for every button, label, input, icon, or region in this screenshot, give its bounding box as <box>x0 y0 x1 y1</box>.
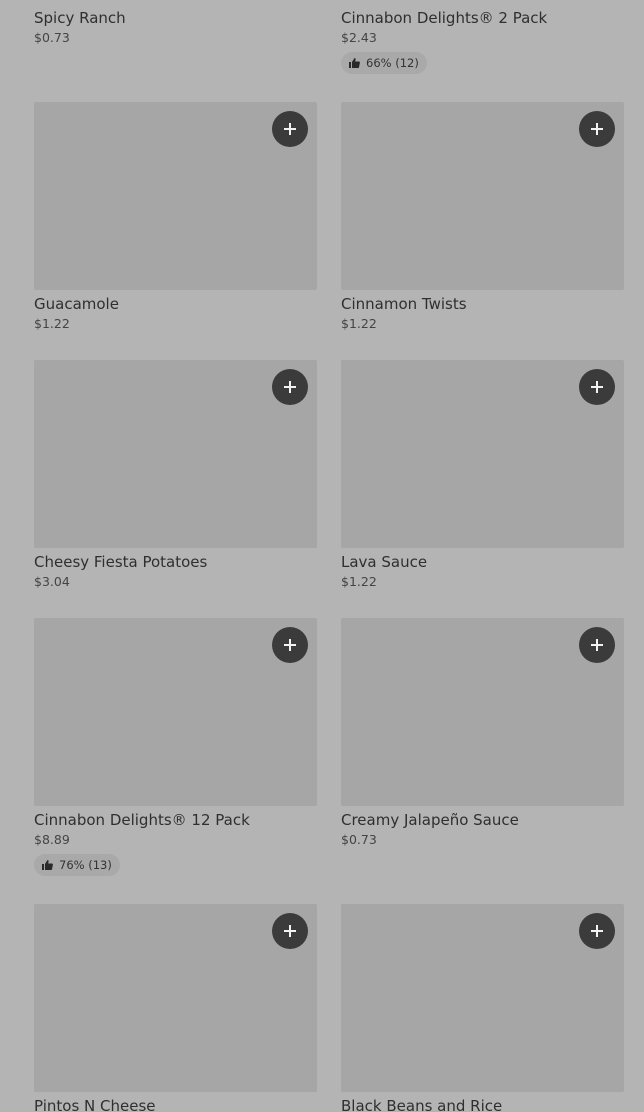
plus-icon <box>284 925 296 937</box>
item-name: Cinnamon Twists <box>341 295 467 313</box>
rating-badge: 66% (12) <box>341 52 427 74</box>
item-name: Spicy Ranch <box>34 9 126 27</box>
menu-item-card[interactable]: Cinnamon Twists $1.22 <box>341 102 624 332</box>
menu-item-card[interactable]: Cinnabon Delights® 2 Pack $2.43 66% (12) <box>341 0 624 74</box>
add-to-cart-button[interactable] <box>272 111 308 147</box>
item-image[interactable] <box>341 904 624 1092</box>
item-price: $1.22 <box>34 316 70 331</box>
plus-icon <box>591 925 603 937</box>
menu-item-card[interactable]: Spicy Ranch $0.73 <box>34 0 317 46</box>
add-to-cart-button[interactable] <box>579 111 615 147</box>
menu-item-card[interactable]: Cheesy Fiesta Potatoes $3.04 <box>34 360 317 590</box>
item-image[interactable] <box>34 618 317 806</box>
thumbs-up-icon <box>42 860 53 870</box>
item-name: Pintos N Cheese <box>34 1097 156 1112</box>
thumbs-up-icon <box>349 58 360 68</box>
menu-item-card[interactable]: Creamy Jalapeño Sauce $0.73 <box>341 618 624 848</box>
item-image[interactable] <box>341 618 624 806</box>
item-price: $2.43 <box>341 30 377 45</box>
item-name: Creamy Jalapeño Sauce <box>341 811 519 829</box>
menu-item-card[interactable]: Cinnabon Delights® 12 Pack $8.89 76% (13… <box>34 618 317 876</box>
item-image[interactable] <box>341 102 624 290</box>
item-price: $1.22 <box>341 574 377 589</box>
item-name: Cinnabon Delights® 2 Pack <box>341 9 548 27</box>
rating-text: 66% (12) <box>366 56 419 70</box>
item-image[interactable] <box>34 360 317 548</box>
plus-icon <box>284 639 296 651</box>
add-to-cart-button[interactable] <box>272 369 308 405</box>
add-to-cart-button[interactable] <box>579 369 615 405</box>
plus-icon <box>591 123 603 135</box>
menu-grid: Spicy Ranch $0.73 Cinnabon Delights® 2 P… <box>0 0 644 1112</box>
add-to-cart-button[interactable] <box>579 627 615 663</box>
item-name: Cinnabon Delights® 12 Pack <box>34 811 250 829</box>
rating-text: 76% (13) <box>59 858 112 872</box>
item-name: Cheesy Fiesta Potatoes <box>34 553 208 571</box>
item-name: Guacamole <box>34 295 119 313</box>
item-price: $0.73 <box>341 832 377 847</box>
item-price: $0.73 <box>34 30 70 45</box>
plus-icon <box>591 639 603 651</box>
item-name: Lava Sauce <box>341 553 428 571</box>
item-name: Black Beans and Rice <box>341 1097 503 1112</box>
item-image[interactable] <box>341 360 624 548</box>
item-image[interactable] <box>34 102 317 290</box>
menu-item-card[interactable]: Guacamole $1.22 <box>34 102 317 332</box>
plus-icon <box>284 381 296 393</box>
rating-badge: 76% (13) <box>34 854 120 876</box>
plus-icon <box>591 381 603 393</box>
item-price: $1.22 <box>341 316 377 331</box>
plus-icon <box>284 123 296 135</box>
menu-item-card[interactable]: Pintos N Cheese <box>34 904 317 1112</box>
menu-item-card[interactable]: Black Beans and Rice <box>341 904 624 1112</box>
menu-item-card[interactable]: Lava Sauce $1.22 <box>341 360 624 590</box>
item-price: $3.04 <box>34 574 70 589</box>
add-to-cart-button[interactable] <box>272 913 308 949</box>
add-to-cart-button[interactable] <box>272 627 308 663</box>
add-to-cart-button[interactable] <box>579 913 615 949</box>
item-price: $8.89 <box>34 832 70 847</box>
item-image[interactable] <box>34 904 317 1092</box>
